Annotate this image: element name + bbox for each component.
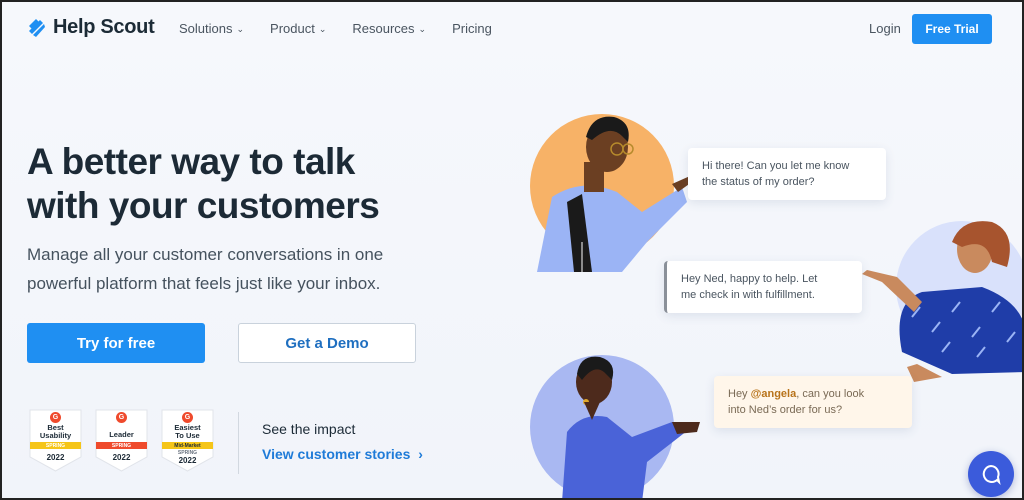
subhead-line-2: powerful platform that feels just like y… — [27, 274, 381, 293]
nav-item-product[interactable]: Product ⌄ — [270, 21, 326, 36]
stories-label: View customer stories — [262, 446, 411, 462]
badge-year: 2022 — [112, 453, 131, 462]
badge-year: 2022 — [46, 453, 65, 462]
bubble-line: Hey Ned, happy to help. Let — [681, 273, 818, 285]
logo-text: Help Scout — [53, 16, 155, 38]
bubble-line: Hi there! Can you let me know — [702, 160, 850, 172]
view-customer-stories-link[interactable]: View customer stories › — [262, 446, 423, 462]
chat-bubble-agent: Hey Ned, happy to help. Let me check in … — [664, 261, 862, 313]
bubble-line: the status of my order? — [702, 176, 815, 188]
badge-ribbon: SPRING — [45, 443, 66, 449]
nav-label: Product — [270, 21, 315, 36]
chevron-down-icon: ⌄ — [418, 24, 427, 34]
badge-ribbon: Mid-Market — [174, 443, 201, 449]
help-scout-logo-icon — [29, 18, 45, 37]
badge-leader: G Leader SPRING 2022 — [95, 409, 148, 472]
badge-year: 2022 — [178, 456, 197, 465]
get-a-demo-button[interactable]: Get a Demo — [238, 323, 416, 363]
logo[interactable]: Help Scout — [27, 16, 155, 39]
hero-illustration: Hi there! Can you let me know the status… — [522, 102, 1022, 498]
g2-badges: G Best Usability SPRING 2022 G Leader SPR… — [29, 409, 214, 472]
chat-bubble-mention: Hey @angela, can you look into Ned’s ord… — [714, 376, 912, 428]
hero-headline: A better way to talk with your customers — [27, 140, 497, 228]
nav-label: Solutions — [179, 21, 233, 36]
headline-line-1: A better way to talk — [27, 141, 355, 182]
badge-ribbon: SPRING — [111, 443, 132, 449]
subhead-line-1: Manage all your customer conversations i… — [27, 245, 384, 264]
free-trial-button[interactable]: Free Trial — [912, 14, 992, 44]
mention-tag: @angela — [750, 388, 797, 400]
chevron-down-icon: ⌄ — [236, 24, 245, 34]
bubble-line: me check in with fulfillment. — [681, 289, 815, 301]
chat-bubble-customer: Hi there! Can you let me know the status… — [688, 148, 886, 200]
bubble-text: Hey — [728, 388, 751, 400]
nav-label: Pricing — [452, 21, 492, 36]
badge-easiest-to-use: G Easiest To Use Mid-Market SPRING 2022 — [161, 409, 214, 472]
headline-line-2: with your customers — [27, 185, 380, 226]
badge-title: Best Usability — [39, 423, 72, 440]
help-widget-button[interactable] — [968, 451, 1014, 497]
login-link[interactable]: Login — [869, 21, 901, 36]
g2-icon: G — [116, 412, 127, 423]
chevron-down-icon: ⌄ — [318, 24, 327, 34]
try-for-free-button[interactable]: Try for free — [27, 323, 205, 363]
bubble-text: , can you look — [796, 388, 865, 400]
nav-item-solutions[interactable]: Solutions ⌄ — [179, 21, 244, 36]
chat-help-icon — [982, 464, 1001, 485]
impact-label: See the impact — [262, 421, 356, 437]
bubble-line: into Ned’s order for us? — [728, 404, 843, 416]
nav-item-pricing[interactable]: Pricing — [452, 21, 492, 36]
main-nav: Solutions ⌄ Product ⌄ Resources ⌄ Pricin… — [179, 21, 492, 36]
nav-item-resources[interactable]: Resources ⌄ — [352, 21, 426, 36]
hero-subhead: Manage all your customer conversations i… — [27, 240, 427, 298]
nav-label: Resources — [352, 21, 415, 36]
page-frame: Help Scout Solutions ⌄ Product ⌄ Resourc… — [0, 0, 1024, 500]
g2-icon: G — [182, 412, 193, 423]
badge-title: Easiest To Use — [174, 423, 201, 440]
badge-best-usability: G Best Usability SPRING 2022 — [29, 409, 82, 472]
vertical-divider — [238, 412, 239, 474]
g2-icon: G — [50, 412, 61, 423]
chevron-right-icon: › — [418, 446, 423, 462]
badge-title: Leader — [109, 430, 134, 439]
